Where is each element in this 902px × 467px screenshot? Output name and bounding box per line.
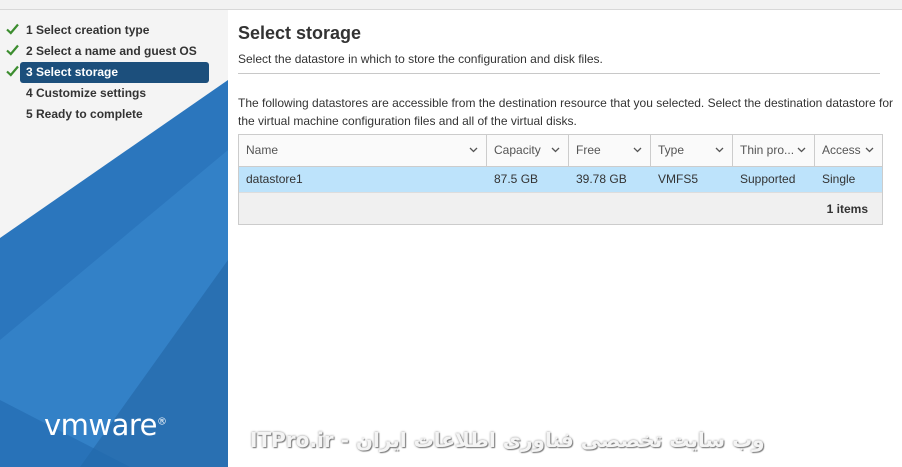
page-description: Select the datastore in which to store t… <box>238 52 603 66</box>
cell-free: 39.78 GB <box>576 172 627 186</box>
wizard-step-3[interactable]: 3 Select storage <box>0 62 228 83</box>
wizard-step-4[interactable]: 4 Customize settings <box>0 83 228 104</box>
wizard-step-1[interactable]: 1 Select creation type <box>0 20 228 41</box>
wizard-step-label: 4 Customize settings <box>26 86 147 100</box>
wizard-step-label: 3 Select storage <box>26 65 119 79</box>
column-header-label: Capacity <box>494 143 541 157</box>
cell-type: VMFS5 <box>658 172 699 186</box>
column-header-access[interactable]: Access <box>815 135 882 166</box>
column-header-label: Thin pro... <box>740 143 795 157</box>
column-header-label: Name <box>246 143 279 157</box>
column-header-type[interactable]: Type <box>651 135 733 166</box>
datastore-intro-text: The following datastores are accessible … <box>238 96 894 128</box>
chevron-down-icon[interactable] <box>633 147 642 153</box>
cell-name: datastore1 <box>246 172 303 186</box>
column-header-label: Free <box>576 143 601 157</box>
wizard-step-label: 5 Ready to complete <box>26 107 143 121</box>
grid-header: Name Capacity Free Type Thin pro... Acce… <box>239 135 882 167</box>
chevron-down-icon[interactable] <box>715 147 724 153</box>
wizard-steps: 1 Select creation type 2 Select a name a… <box>0 20 228 125</box>
vmware-logo-text: vmware <box>44 408 158 442</box>
datastore-grid: Name Capacity Free Type Thin pro... Acce… <box>238 134 883 225</box>
checkmark-icon <box>6 41 20 62</box>
column-header-label: Type <box>658 143 685 157</box>
item-count: 1 items <box>826 202 868 216</box>
wizard-step-label: 1 Select creation type <box>26 23 150 37</box>
chevron-down-icon[interactable] <box>865 147 874 153</box>
column-header-thin-provisioning[interactable]: Thin pro... <box>733 135 815 166</box>
wizard-sidebar: 1 Select creation type 2 Select a name a… <box>0 10 228 467</box>
section-divider <box>238 73 880 74</box>
registered-mark: ® <box>157 416 167 428</box>
chevron-down-icon[interactable] <box>469 147 478 153</box>
chevron-down-icon[interactable] <box>797 147 806 153</box>
checkmark-icon <box>6 62 20 83</box>
wizard-step-2[interactable]: 2 Select a name and guest OS <box>0 41 228 62</box>
main-content: Select storage Select the datastore in w… <box>228 10 902 467</box>
cell-capacity: 87.5 GB <box>494 172 539 186</box>
column-header-free[interactable]: Free <box>569 135 651 166</box>
table-row[interactable]: datastore1 87.5 GB 39.78 GB VMFS5 Suppor… <box>239 167 882 192</box>
cell-thin-provisioning: Supported <box>740 172 796 186</box>
column-header-name[interactable]: Name <box>239 135 487 166</box>
wizard-step-label: 2 Select a name and guest OS <box>26 44 197 58</box>
watermark: ITPro.ir - وب سایت تخصصی فناوری اطلاعات … <box>250 428 765 452</box>
cell-access: Single <box>822 172 856 186</box>
page-title: Select storage <box>238 23 362 43</box>
chevron-down-icon[interactable] <box>551 147 560 153</box>
column-header-label: Access <box>822 143 861 157</box>
wizard-step-5[interactable]: 5 Ready to complete <box>0 104 228 125</box>
checkmark-icon <box>6 20 20 41</box>
column-header-capacity[interactable]: Capacity <box>487 135 569 166</box>
vmware-logo: vmware® <box>44 408 167 442</box>
grid-footer: 1 items <box>239 192 882 224</box>
window-top-strip <box>0 0 902 10</box>
